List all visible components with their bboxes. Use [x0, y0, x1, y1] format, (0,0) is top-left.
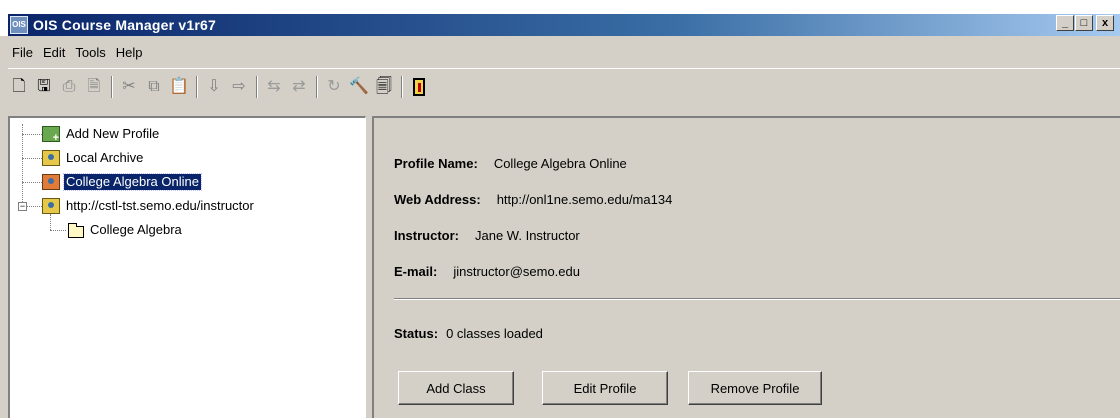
- tree-connector: [22, 182, 42, 183]
- collapse-toggle[interactable]: −: [18, 202, 27, 211]
- export-icon[interactable]: ⇨: [228, 75, 250, 99]
- status-row: Status: 0 classes loaded: [394, 326, 543, 341]
- status-label: Status:: [394, 326, 439, 341]
- tree-connector: [50, 214, 51, 230]
- window-controls: _ □ x: [1055, 15, 1114, 31]
- tree-item-label: College Algebra Online: [63, 173, 202, 191]
- tree-connector: [27, 206, 42, 207]
- cut-icon[interactable]: ✂: [118, 75, 140, 99]
- instructor-value: Jane W. Instructor: [475, 228, 580, 243]
- web-address-label: Web Address:: [394, 192, 481, 207]
- tree-connector: [22, 158, 42, 159]
- print-preview-icon[interactable]: 🗎: [83, 75, 105, 99]
- window-title: OIS Course Manager v1r67: [33, 17, 216, 33]
- tree-item-add-new-profile[interactable]: Add New Profile: [42, 124, 161, 144]
- email-label: E-mail:: [394, 264, 438, 279]
- web-address-row: Web Address: http://onl1ne.semo.edu/ma134: [394, 192, 672, 207]
- instructor-label: Instructor:: [394, 228, 459, 243]
- add-profile-icon: [42, 126, 60, 144]
- tree-item-label: http://cstl-tst.semo.edu/instructor: [66, 198, 254, 213]
- remove-profile-button[interactable]: Remove Profile: [688, 371, 822, 405]
- menu-file[interactable]: File: [12, 45, 33, 60]
- profile-tree[interactable]: − Add New Profile Local Archive College …: [8, 116, 366, 418]
- title-bar: OIS OIS Course Manager v1r67 _ □ x: [0, 0, 1120, 36]
- app-icon[interactable]: OIS: [10, 16, 28, 34]
- toolbar-separator: [401, 76, 403, 98]
- email-row: E-mail: jinstructor@semo.edu: [394, 264, 580, 279]
- tree-item-college-algebra-online[interactable]: College Algebra Online: [42, 172, 202, 192]
- instructor-row: Instructor: Jane W. Instructor: [394, 228, 580, 243]
- edit-profile-button[interactable]: Edit Profile: [542, 371, 668, 405]
- profile-details-panel: Profile Name: College Algebra Online Web …: [372, 116, 1120, 418]
- connect-icon[interactable]: ⇄: [288, 75, 310, 99]
- profile-icon: [42, 150, 60, 166]
- add-class-button[interactable]: Add Class: [398, 371, 514, 405]
- toolbar-separator: [256, 76, 258, 98]
- tree-item-label: Local Archive: [66, 150, 144, 165]
- new-icon[interactable]: 🗋: [8, 75, 30, 99]
- toolbar-separator: [196, 76, 198, 98]
- menu-edit[interactable]: Edit: [43, 45, 65, 60]
- disconnect-icon[interactable]: ⇆: [263, 75, 285, 99]
- tree-item-college-algebra[interactable]: College Algebra: [68, 220, 184, 240]
- tree-connector: [22, 134, 42, 135]
- menu-bar: File Edit Tools Help: [8, 38, 1120, 66]
- folder-icon: [68, 222, 84, 238]
- toolbar-separator: [111, 76, 113, 98]
- menu-tools[interactable]: Tools: [75, 45, 105, 60]
- tree-connector: [50, 230, 66, 231]
- tree-item-label: Add New Profile: [66, 126, 160, 141]
- refresh-icon[interactable]: ↻: [323, 75, 345, 99]
- menu-help[interactable]: Help: [116, 45, 143, 60]
- tree-item-label: College Algebra: [90, 222, 182, 237]
- profile-icon: [42, 174, 60, 190]
- profile-icon: [42, 198, 60, 214]
- save-icon[interactable]: 🖫: [33, 75, 55, 99]
- maximize-button[interactable]: □: [1075, 15, 1093, 31]
- email-value: jinstructor@semo.edu: [453, 264, 580, 279]
- toolbar-separator: [316, 76, 318, 98]
- close-button[interactable]: x: [1096, 15, 1114, 31]
- exit-door-icon[interactable]: [408, 75, 430, 99]
- copy-icon[interactable]: ⧉: [143, 75, 165, 99]
- tree-connector: [22, 124, 23, 210]
- tools-icon[interactable]: 🔨: [348, 75, 370, 99]
- profile-name-label: Profile Name:: [394, 156, 478, 171]
- upload-icon[interactable]: 🗐: [373, 75, 395, 99]
- door-shape: [413, 78, 425, 96]
- toolbar: 🗋 🖫 ⎙ 🗎 ✂ ⧉ 📋 ⇩ ⇨ ⇆ ⇄ ↻ 🔨 🗐: [8, 68, 1120, 105]
- profile-name-row: Profile Name: College Algebra Online: [394, 156, 627, 171]
- web-address-value: http://onl1ne.semo.edu/ma134: [496, 192, 673, 207]
- print-icon[interactable]: ⎙: [58, 75, 80, 99]
- import-icon[interactable]: ⇩: [203, 75, 225, 99]
- details-divider: [394, 298, 1120, 300]
- tree-item-local-archive[interactable]: Local Archive: [42, 148, 145, 168]
- status-value: 0 classes loaded: [446, 326, 543, 341]
- tree-item-cstl-instructor[interactable]: http://cstl-tst.semo.edu/instructor: [42, 196, 256, 216]
- profile-name-value: College Algebra Online: [493, 156, 627, 171]
- paste-icon[interactable]: 📋: [168, 75, 190, 99]
- minimize-button[interactable]: _: [1056, 15, 1074, 31]
